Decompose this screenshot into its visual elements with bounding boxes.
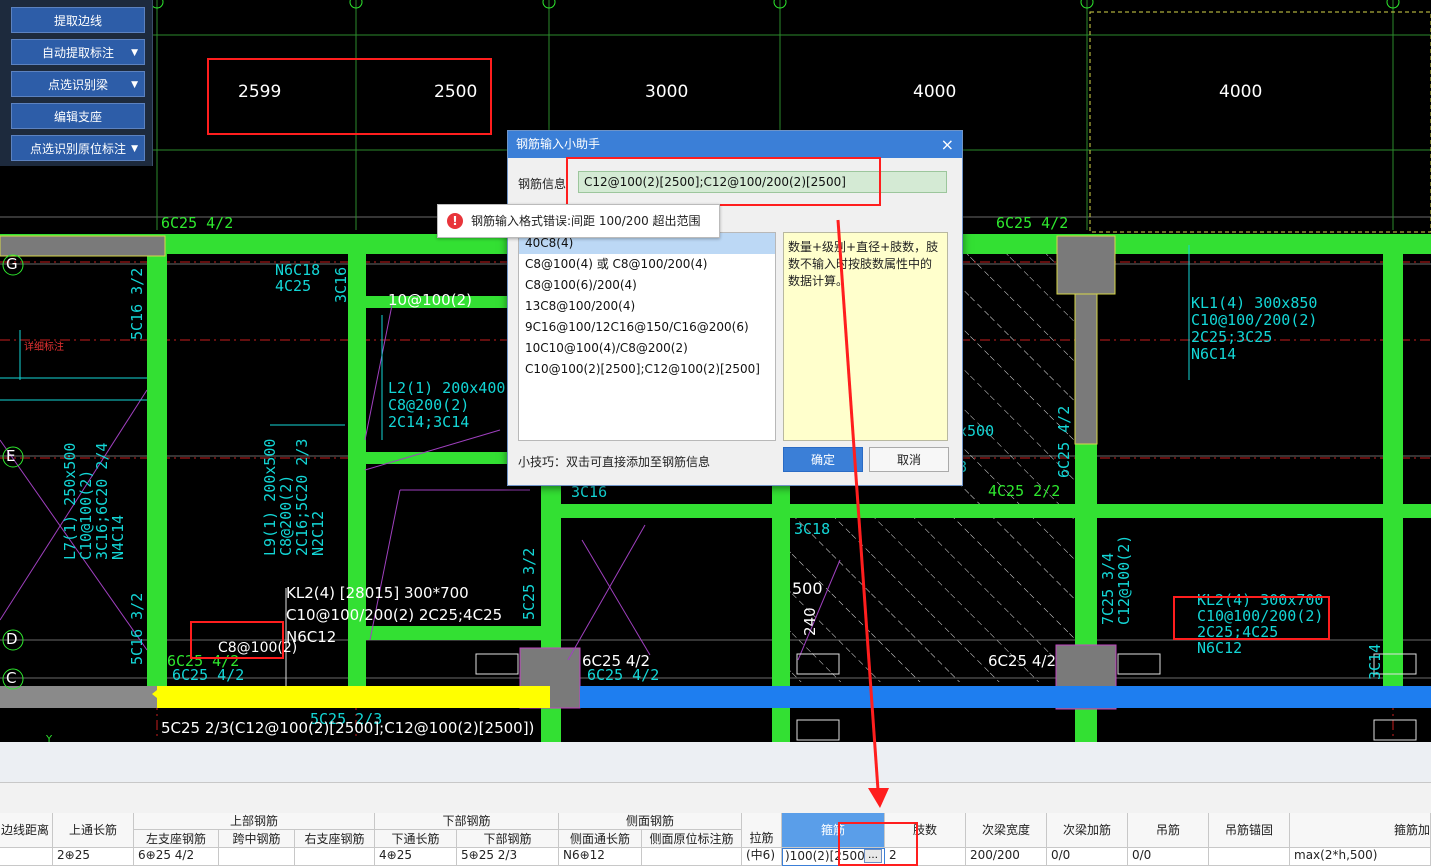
annotation-arrow — [836, 219, 889, 808]
